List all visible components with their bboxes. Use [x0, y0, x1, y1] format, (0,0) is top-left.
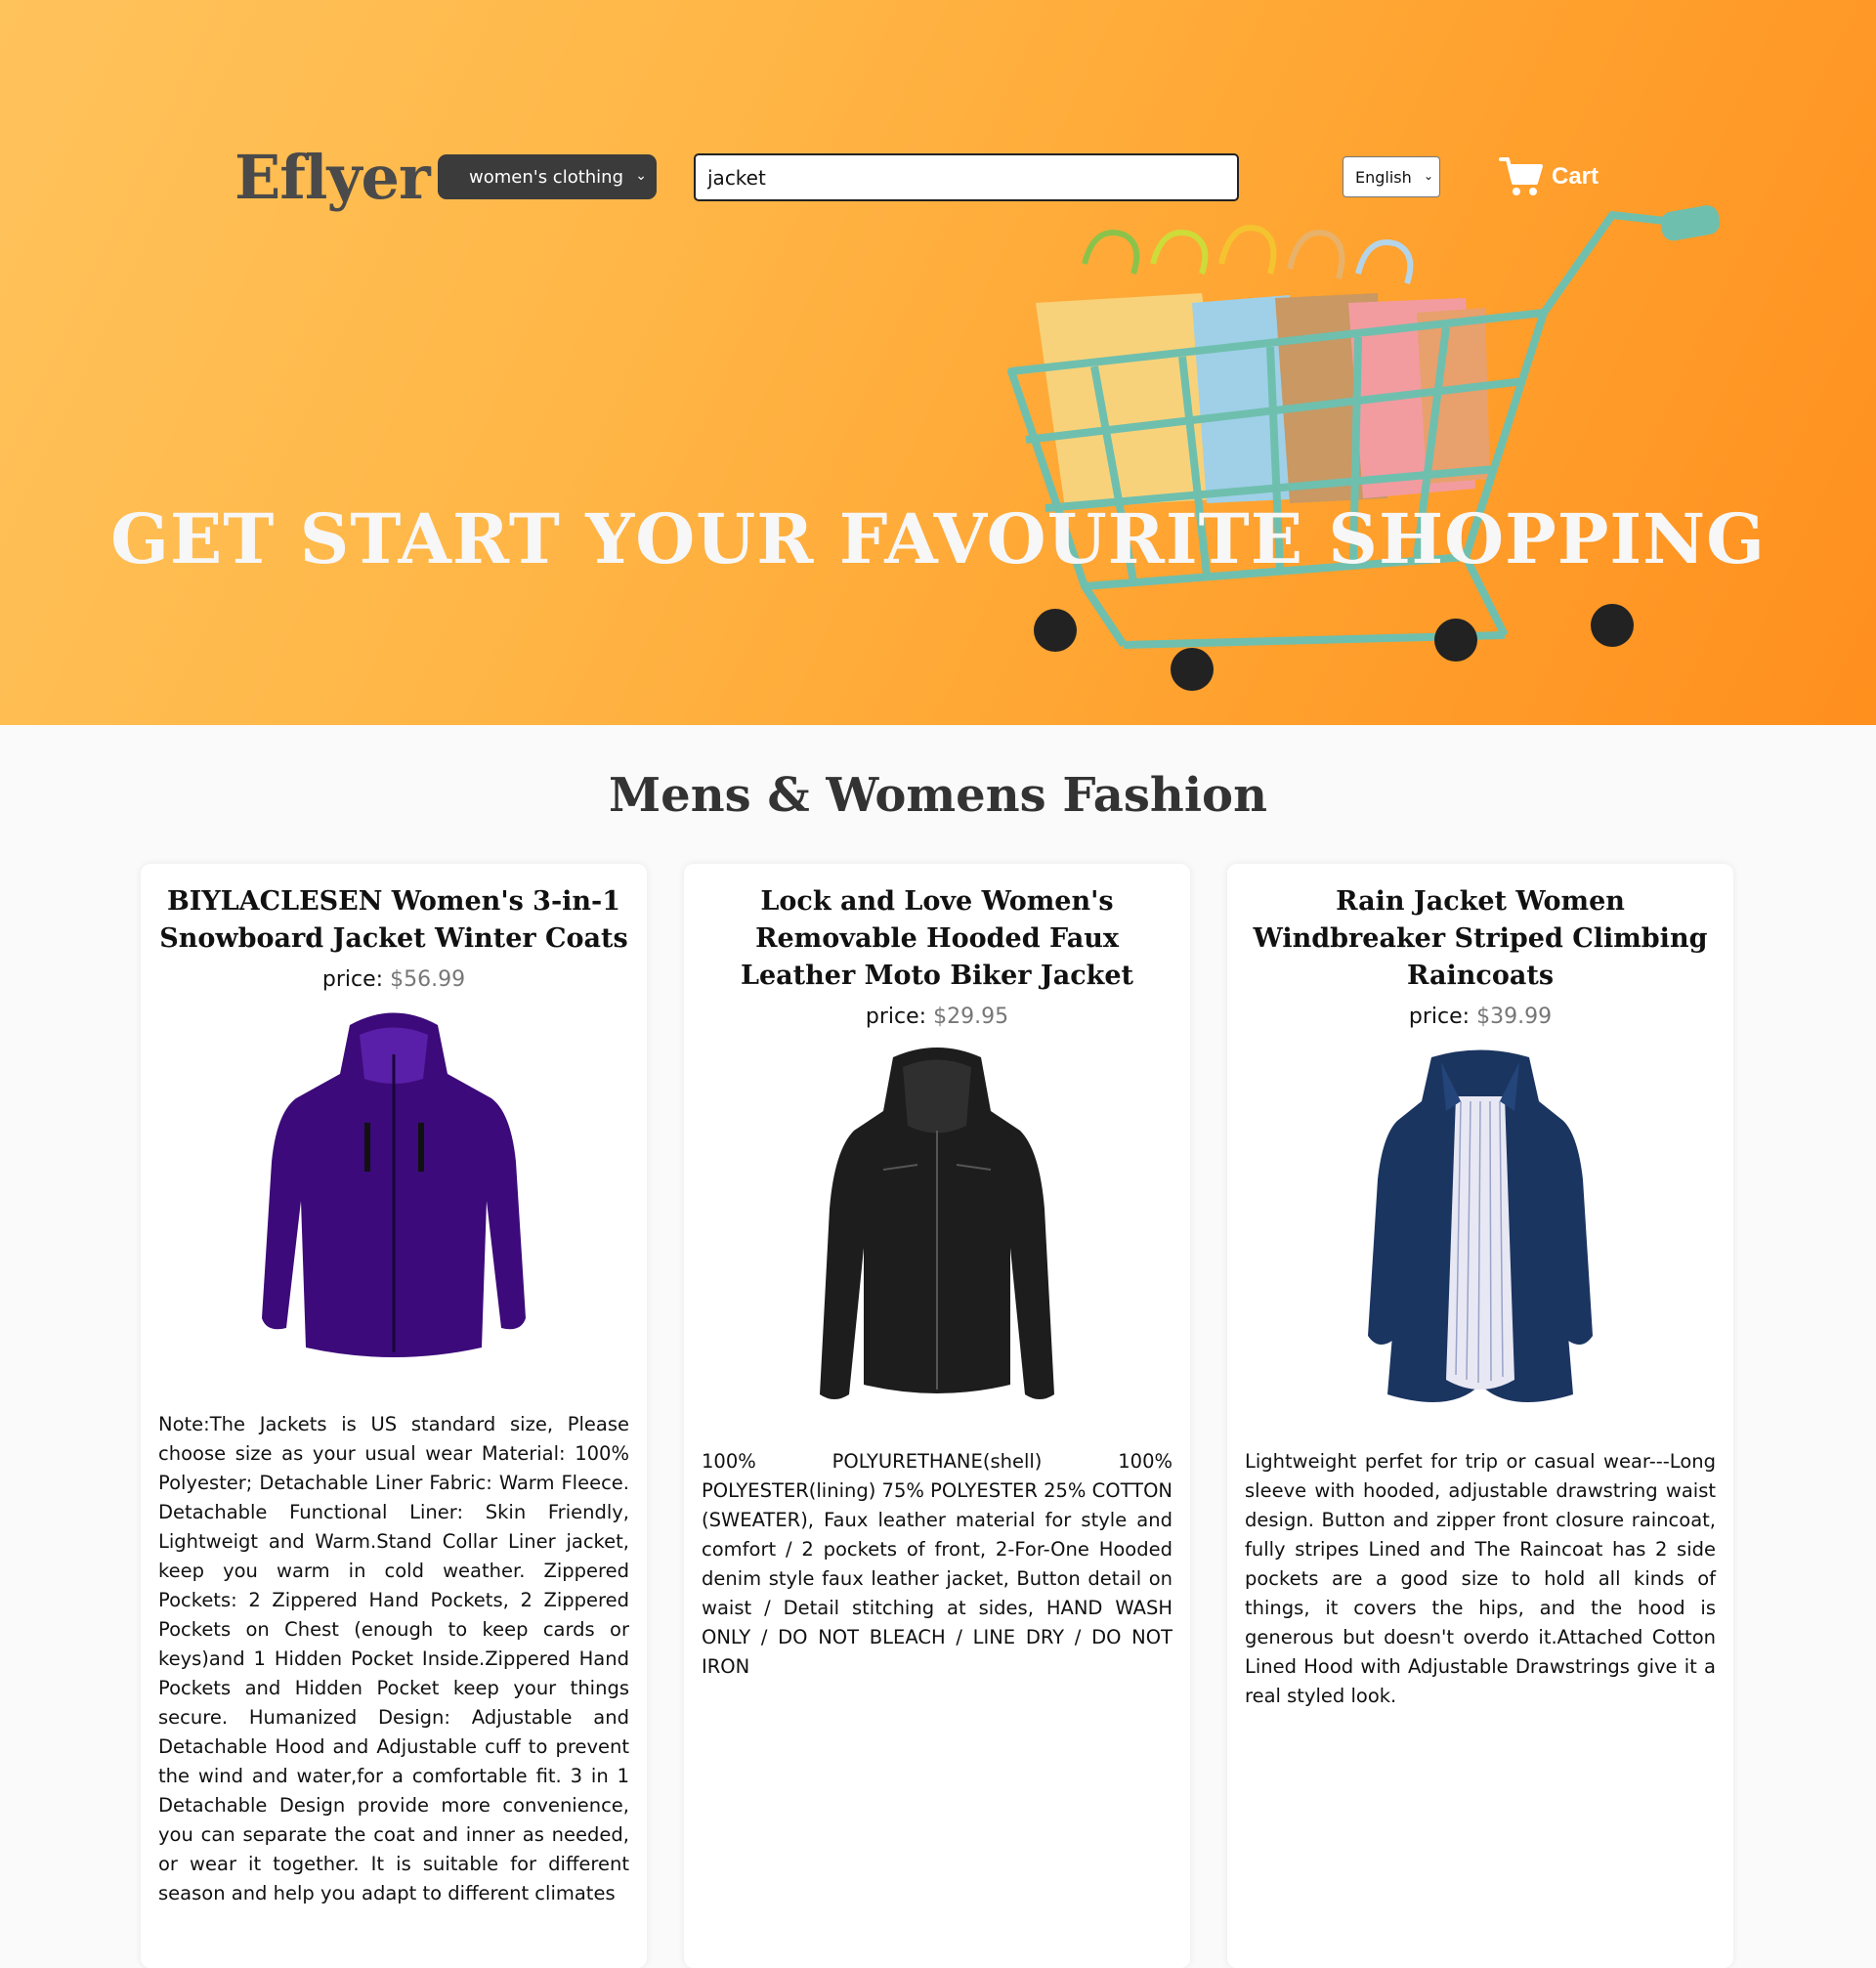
product-card: Rain Jacket Women Windbreaker Striped Cl… [1227, 864, 1733, 1968]
product-price: price: $29.95 [702, 1005, 1172, 1029]
price-value: $56.99 [390, 967, 466, 992]
cart-basket [1007, 211, 1701, 649]
shopping-bags-image [1036, 225, 1490, 508]
price-label: price: [1408, 1005, 1471, 1029]
chevron-down-icon: ⌄ [635, 168, 647, 184]
price-label: price: [865, 1005, 927, 1029]
product-description: Lightweight perfet for trip or casual we… [1245, 1450, 1716, 1707]
product-title[interactable]: Rain Jacket Women Windbreaker Striped Cl… [1245, 883, 1716, 995]
product-price: price: $39.99 [1245, 1005, 1716, 1029]
black-leather-jacket-image[interactable] [810, 1043, 1064, 1414]
product-title[interactable]: Lock and Love Women's Removable Hooded F… [702, 883, 1172, 995]
category-select[interactable]: women's clothing ⌄ [438, 154, 657, 199]
hero-title: GET START YOUR FAVOURITE SHOPPING [110, 498, 1766, 579]
price-label: price: [321, 967, 384, 992]
chevron-down-icon: ⌄ [1423, 169, 1433, 183]
purple-jacket-image[interactable] [252, 1005, 535, 1377]
product-card: BIYLACLESEN Women's 3-in-1 Snowboard Jac… [141, 864, 647, 1968]
search-input[interactable] [694, 153, 1239, 201]
navy-raincoat-image[interactable] [1363, 1043, 1598, 1414]
logo[interactable]: Eflyer [234, 148, 431, 208]
shopping-cart-illustration [1007, 205, 1721, 691]
hero-banner: Eflyer women's clothing ⌄ English ⌄ Cart [0, 0, 1876, 725]
shopping-cart-icon [1499, 157, 1543, 195]
section-title: Mens & Womens Fashion [609, 768, 1267, 823]
cart-link[interactable]: Cart [1499, 152, 1599, 201]
language-select-value: English [1355, 167, 1412, 187]
product-card: Lock and Love Women's Removable Hooded F… [684, 864, 1190, 1968]
language-select[interactable]: English ⌄ [1343, 156, 1440, 197]
product-price: price: $56.99 [158, 967, 629, 992]
category-select-value: women's clothing [469, 166, 624, 188]
header-bar: Eflyer women's clothing ⌄ English ⌄ Cart [0, 148, 1876, 208]
product-description: Note:The Jackets is US standard size, Pl… [158, 1413, 629, 1904]
product-description: 100% POLYURETHANE(shell) 100% POLYESTER(… [702, 1450, 1172, 1678]
cart-label: Cart [1552, 163, 1599, 190]
product-title[interactable]: BIYLACLESEN Women's 3-in-1 Snowboard Jac… [158, 883, 629, 958]
products-section: Mens & Womens Fashion BIYLACLESEN Women'… [0, 762, 1876, 1968]
price-value: $39.99 [1476, 1005, 1553, 1029]
price-value: $29.95 [933, 1005, 1009, 1029]
